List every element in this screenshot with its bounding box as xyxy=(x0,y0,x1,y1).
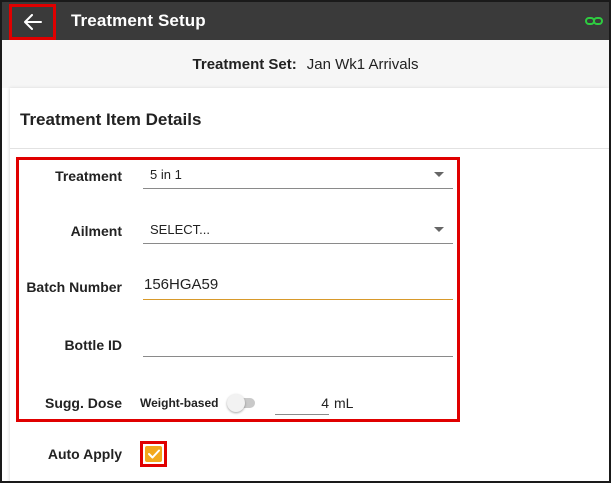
dose-unit: mL xyxy=(334,395,354,411)
treatment-set-label: Treatment Set: xyxy=(192,55,297,73)
divider xyxy=(10,148,609,149)
page-title: Treatment Setup xyxy=(71,11,206,30)
auto-apply-label: Auto Apply xyxy=(47,446,122,462)
batch-number-value: 156HGA59 xyxy=(144,276,219,293)
link-icon[interactable] xyxy=(585,12,603,30)
dose-value: 4 xyxy=(321,395,329,411)
chevron-down-icon xyxy=(434,172,444,177)
arrow-left-icon xyxy=(23,14,42,30)
field-underline xyxy=(275,414,329,415)
checkmark-icon xyxy=(147,449,160,459)
weight-based-label: Weight-based xyxy=(140,396,219,410)
treatment-label: Treatment xyxy=(55,168,122,184)
batch-number-label: Batch Number xyxy=(26,279,122,295)
card-title: Treatment Item Details xyxy=(20,110,202,129)
treatment-set-bar: Treatment Set: Jan Wk1 Arrivals xyxy=(2,40,609,88)
chevron-down-icon xyxy=(434,227,444,232)
ailment-dropdown[interactable]: SELECT... xyxy=(143,214,453,244)
field-underline xyxy=(143,356,453,357)
bottle-id-label: Bottle ID xyxy=(64,337,122,353)
batch-number-input[interactable]: 156HGA59 xyxy=(143,270,453,300)
checkbox-box xyxy=(145,446,162,462)
app-bar: Treatment Setup xyxy=(2,2,609,40)
weight-based-toggle[interactable] xyxy=(227,393,257,413)
ailment-value: SELECT... xyxy=(150,222,210,237)
sugg-dose-label: Sugg. Dose xyxy=(44,395,122,411)
treatment-value: 5 in 1 xyxy=(150,167,182,182)
toggle-thumb xyxy=(227,394,245,412)
bottle-id-input[interactable] xyxy=(143,327,453,357)
app-window: Treatment Setup Treatment Set: Jan Wk1 A… xyxy=(0,0,611,483)
back-button[interactable] xyxy=(9,4,56,40)
field-underline xyxy=(143,243,453,244)
treatment-set-value: Jan Wk1 Arrivals xyxy=(306,55,419,73)
ailment-label: Ailment xyxy=(70,223,122,239)
treatment-dropdown[interactable]: 5 in 1 xyxy=(143,159,453,189)
dose-input[interactable]: 4 xyxy=(275,391,329,415)
field-underline xyxy=(143,298,453,300)
field-underline xyxy=(143,188,453,189)
auto-apply-checkbox[interactable] xyxy=(140,441,167,467)
